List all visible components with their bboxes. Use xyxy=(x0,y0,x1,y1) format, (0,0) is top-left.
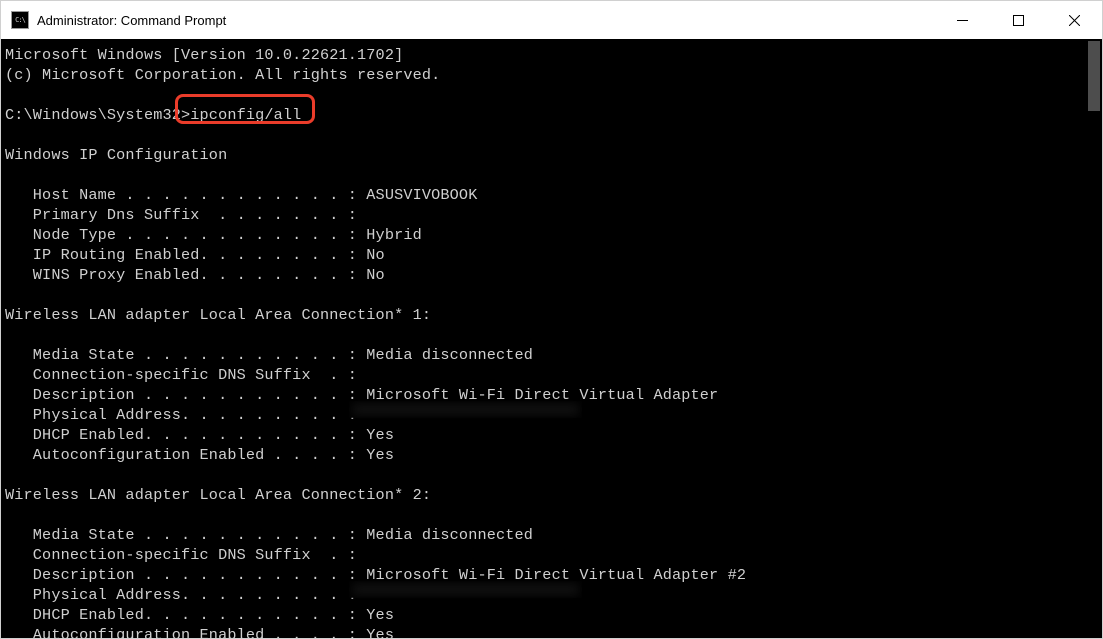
cmd-icon: C:\ xyxy=(11,11,29,29)
command-prompt-window: C:\ Administrator: Command Prompt Micros… xyxy=(0,0,1103,639)
redaction-box xyxy=(349,581,582,598)
scrollbar[interactable] xyxy=(1086,39,1102,638)
minimize-button[interactable] xyxy=(934,1,990,39)
maximize-button[interactable] xyxy=(990,1,1046,39)
window-title: Administrator: Command Prompt xyxy=(37,13,934,28)
close-button[interactable] xyxy=(1046,1,1102,39)
terminal-output[interactable]: Microsoft Windows [Version 10.0.22621.17… xyxy=(1,39,1102,638)
titlebar[interactable]: C:\ Administrator: Command Prompt xyxy=(1,1,1102,39)
scrollbar-thumb[interactable] xyxy=(1088,41,1100,111)
redaction-box xyxy=(349,401,582,418)
window-controls xyxy=(934,1,1102,39)
terminal-area: Microsoft Windows [Version 10.0.22621.17… xyxy=(1,39,1102,638)
